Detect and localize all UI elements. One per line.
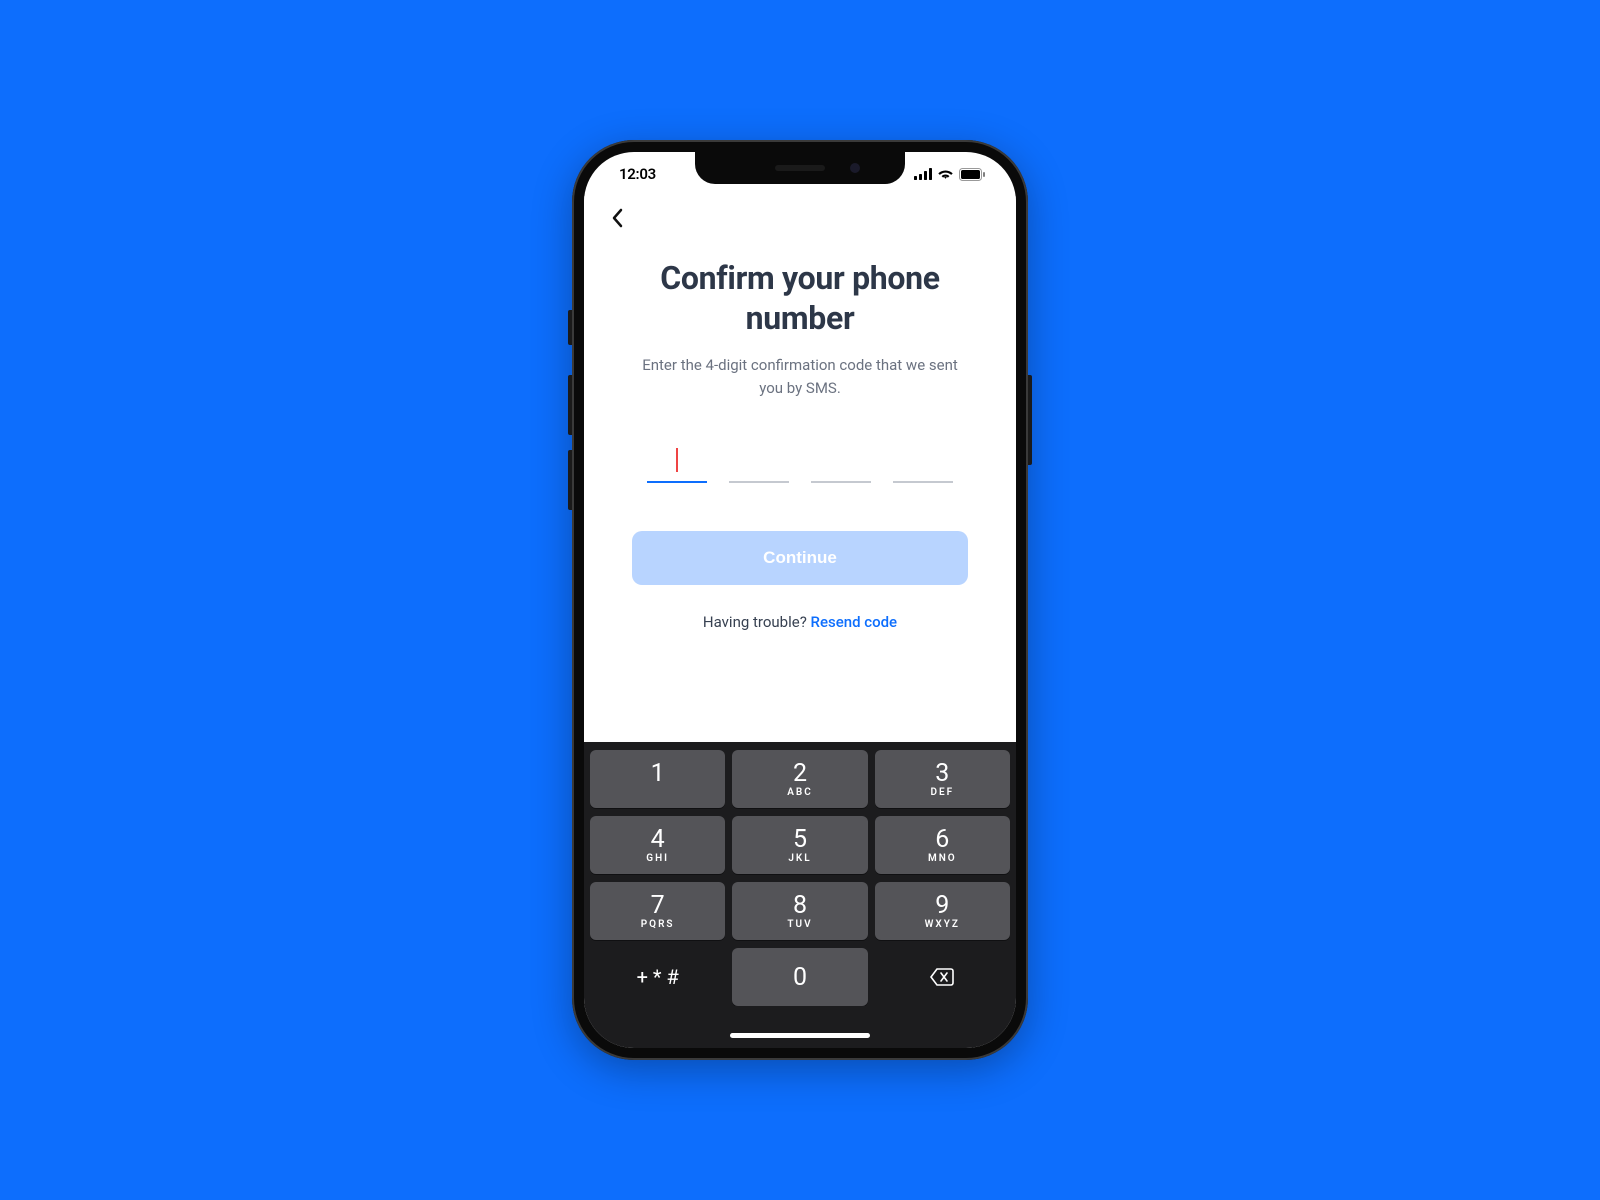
home-indicator-area	[584, 1006, 1016, 1048]
back-button[interactable]	[602, 203, 632, 233]
battery-icon	[959, 168, 986, 181]
code-digit-3[interactable]	[811, 439, 871, 483]
notch	[695, 152, 905, 184]
page-title: Confirm your phone number	[632, 258, 968, 338]
code-digit-1[interactable]	[647, 439, 707, 483]
keypad-key-delete[interactable]	[875, 948, 1010, 1006]
code-digit-2[interactable]	[729, 439, 789, 483]
code-input-group	[632, 439, 968, 483]
phone-screen: 12:03 Confirm	[584, 152, 1016, 1048]
keypad-key-8[interactable]: 8 TUV	[732, 882, 867, 940]
trouble-prompt: Having trouble?	[703, 613, 811, 631]
cellular-signal-icon	[914, 168, 932, 180]
keypad-key-0[interactable]: 0	[732, 948, 867, 1006]
code-digit-4[interactable]	[893, 439, 953, 483]
volume-down-button	[568, 450, 572, 510]
home-indicator[interactable]	[730, 1033, 870, 1038]
keypad-key-5[interactable]: 5 JKL	[732, 816, 867, 874]
text-cursor	[676, 448, 678, 472]
keypad-key-symbols[interactable]: + * #	[590, 948, 725, 1006]
keypad-key-7[interactable]: 7 PQRS	[590, 882, 725, 940]
keypad-key-6[interactable]: 6 MNO	[875, 816, 1010, 874]
nav-bar	[584, 196, 1016, 240]
trouble-row: Having trouble? Resend code	[632, 613, 968, 631]
keypad-key-9[interactable]: 9 WXYZ	[875, 882, 1010, 940]
page-subtitle: Enter the 4-digit confirmation code that…	[632, 354, 968, 399]
mute-switch	[568, 310, 572, 345]
power-button	[1028, 375, 1032, 465]
status-time: 12:03	[619, 165, 656, 183]
wifi-icon	[937, 168, 954, 180]
number-keypad: 1 2 ABC 3 DEF 4 GHI 5	[584, 742, 1016, 1006]
volume-up-button	[568, 375, 572, 435]
backspace-icon	[929, 967, 955, 987]
keypad-key-3[interactable]: 3 DEF	[875, 750, 1010, 808]
continue-button[interactable]: Continue	[632, 531, 968, 585]
keypad-key-2[interactable]: 2 ABC	[732, 750, 867, 808]
keypad-key-1[interactable]: 1	[590, 750, 725, 808]
chevron-left-icon	[611, 208, 623, 228]
keypad-key-4[interactable]: 4 GHI	[590, 816, 725, 874]
resend-code-link[interactable]: Resend code	[811, 613, 898, 631]
phone-device-frame: 12:03 Confirm	[572, 140, 1028, 1060]
app-content: Confirm your phone number Enter the 4-di…	[584, 196, 1016, 742]
